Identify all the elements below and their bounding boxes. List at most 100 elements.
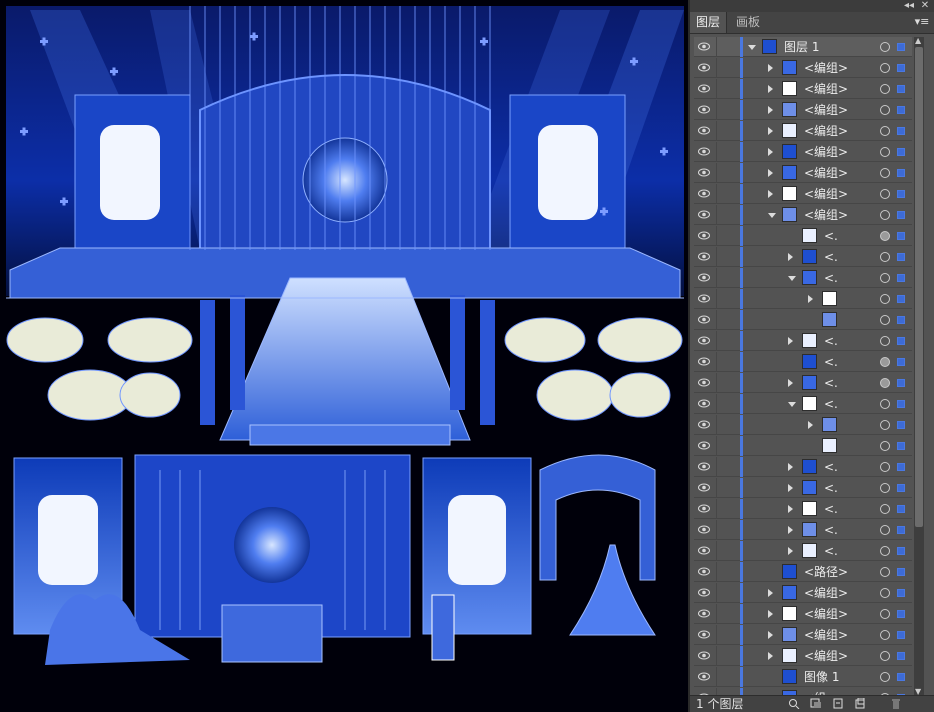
layer-row[interactable]: <编组> [694,79,912,99]
lock-column[interactable] [716,646,717,666]
expand-triangle-icon[interactable] [768,148,773,156]
visibility-eye-icon[interactable] [698,231,710,240]
lock-column[interactable] [716,37,717,57]
target-icon[interactable] [880,609,890,619]
lock-column[interactable] [716,121,717,141]
visibility-eye-icon[interactable] [698,420,710,429]
collapse-triangle-icon[interactable] [788,276,796,281]
target-icon[interactable] [880,567,890,577]
selection-indicator[interactable] [897,337,905,345]
expand-triangle-icon[interactable] [768,589,773,597]
layer-name[interactable]: <. [824,373,838,393]
selection-indicator[interactable] [897,169,905,177]
visibility-eye-icon[interactable] [698,588,710,597]
visibility-eye-icon[interactable] [698,168,710,177]
lock-column[interactable] [716,310,717,330]
expand-triangle-icon[interactable] [788,253,793,261]
layer-name[interactable]: <编组> [804,58,848,78]
selection-indicator[interactable] [897,442,905,450]
selection-indicator[interactable] [897,568,905,576]
layer-name[interactable]: <编组> [804,646,848,666]
target-icon[interactable] [880,462,890,472]
lock-column[interactable] [716,226,717,246]
layer-row[interactable]: <. [694,247,912,267]
target-icon[interactable] [880,210,890,220]
layer-name[interactable]: <编组> [804,100,848,120]
visibility-eye-icon[interactable] [698,651,710,660]
layer-name[interactable]: 图像 1 [804,667,839,687]
expand-triangle-icon[interactable] [788,547,793,555]
visibility-eye-icon[interactable] [698,147,710,156]
target-icon[interactable] [880,651,890,661]
target-icon[interactable] [880,147,890,157]
expand-triangle-icon[interactable] [768,610,773,618]
target-icon[interactable] [880,315,890,325]
expand-triangle-icon[interactable] [768,190,773,198]
selection-indicator[interactable] [897,316,905,324]
layer-row[interactable]: <编组> [694,625,912,645]
layer-list[interactable]: 图层 1 <编组> <编组> <编组> <编组> <编组> <编组> <编组> <编组> <. <.… [694,37,912,696]
lock-column[interactable] [716,331,717,351]
target-icon[interactable] [880,231,890,241]
expand-triangle-icon[interactable] [788,484,793,492]
visibility-eye-icon[interactable] [698,567,710,576]
layer-row[interactable]: <. [694,268,912,288]
layer-name[interactable]: <. [824,331,838,351]
new-sublayer-icon[interactable] [832,698,844,709]
layer-row[interactable]: <. [694,331,912,351]
panel-menu-icon[interactable]: ▾≡ [914,14,930,30]
layer-row[interactable]: <编组> [694,163,912,183]
layer-name[interactable]: <编组> [804,583,848,603]
expand-triangle-icon[interactable] [788,463,793,471]
scrollbar[interactable]: ▲ ▼ [914,37,924,696]
visibility-eye-icon[interactable] [698,126,710,135]
layer-name[interactable]: <编组> [804,604,848,624]
target-icon[interactable] [880,546,890,556]
expand-triangle-icon[interactable] [768,64,773,72]
target-icon[interactable] [880,336,890,346]
lock-column[interactable] [716,415,717,435]
selection-indicator[interactable] [897,64,905,72]
selection-indicator[interactable] [897,484,905,492]
layer-name[interactable]: <编组> [804,205,848,225]
expand-triangle-icon[interactable] [788,505,793,513]
layer-row[interactable]: <编组> [694,121,912,141]
selection-indicator[interactable] [897,631,905,639]
visibility-eye-icon[interactable] [698,315,710,324]
selection-indicator[interactable] [897,547,905,555]
layer-row[interactable] [694,415,912,435]
lock-column[interactable] [716,478,717,498]
layer-row[interactable]: <编组> [694,142,912,162]
layer-row[interactable]: <编组> [694,184,912,204]
target-icon[interactable] [880,630,890,640]
lock-column[interactable] [716,667,717,687]
visibility-eye-icon[interactable] [698,504,710,513]
layer-name[interactable]: <路径> [804,562,848,582]
lock-column[interactable] [716,58,717,78]
selection-indicator[interactable] [897,85,905,93]
lock-column[interactable] [716,541,717,561]
selection-indicator[interactable] [897,379,905,387]
visibility-eye-icon[interactable] [698,483,710,492]
layer-name[interactable]: <. [824,541,838,561]
target-icon[interactable] [880,126,890,136]
expand-triangle-icon[interactable] [768,631,773,639]
scroll-up-icon[interactable]: ▲ [915,37,923,45]
selection-indicator[interactable] [897,190,905,198]
selection-indicator[interactable] [897,274,905,282]
selection-indicator[interactable] [897,400,905,408]
expand-triangle-icon[interactable] [808,295,813,303]
visibility-eye-icon[interactable] [698,546,710,555]
collapse-triangle-icon[interactable] [768,213,776,218]
delete-layer-icon[interactable] [890,698,902,709]
layer-name[interactable]: 图层 1 [784,37,819,57]
lock-column[interactable] [716,373,717,393]
lock-column[interactable] [716,268,717,288]
expand-triangle-icon[interactable] [768,106,773,114]
expand-triangle-icon[interactable] [808,421,813,429]
visibility-eye-icon[interactable] [698,630,710,639]
close-icon[interactable]: ✕ [918,0,932,12]
layer-row[interactable]: <编组> [694,646,912,666]
target-icon[interactable] [880,441,890,451]
selection-indicator[interactable] [897,652,905,660]
